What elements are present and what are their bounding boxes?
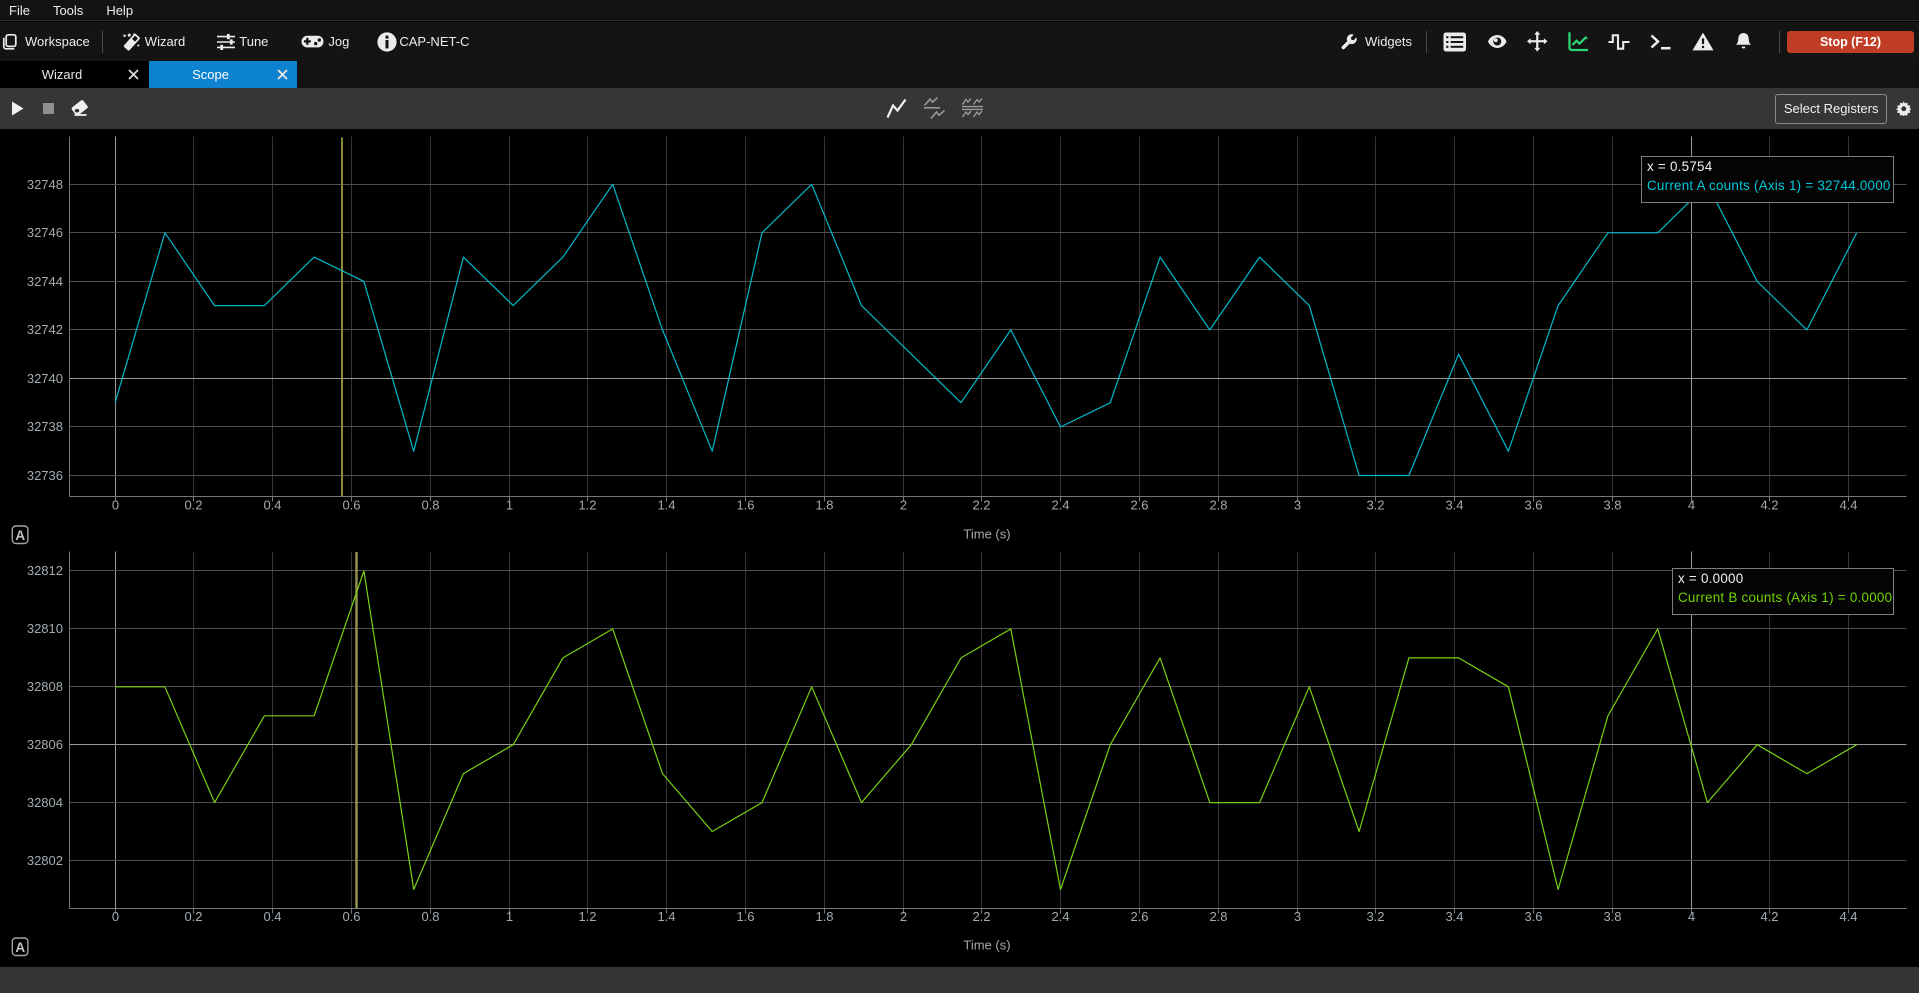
svg-text:3.8: 3.8 (1603, 909, 1621, 924)
svg-text:x = 0.0000: x = 0.0000 (1678, 571, 1743, 586)
svg-text:2.6: 2.6 (1130, 909, 1148, 924)
svg-text:32810: 32810 (27, 621, 63, 636)
svg-text:4: 4 (1688, 498, 1695, 513)
svg-text:2: 2 (900, 909, 907, 924)
svg-text:2.8: 2.8 (1209, 909, 1227, 924)
svg-text:32740: 32740 (27, 371, 63, 386)
svg-text:2.4: 2.4 (1051, 498, 1069, 513)
svg-text:1.4: 1.4 (657, 498, 675, 513)
svg-text:0.2: 0.2 (184, 498, 202, 513)
svg-text:Time (s): Time (s) (963, 527, 1010, 542)
svg-text:0.4: 0.4 (263, 909, 281, 924)
svg-text:32746: 32746 (27, 225, 63, 240)
svg-text:1.6: 1.6 (736, 498, 754, 513)
svg-text:3.2: 3.2 (1366, 909, 1384, 924)
svg-text:0: 0 (112, 498, 119, 513)
svg-text:Current A counts (Axis 1) = 32: Current A counts (Axis 1) = 32744.0000 (1647, 178, 1891, 193)
svg-text:0.4: 0.4 (263, 498, 281, 513)
svg-text:32806: 32806 (27, 737, 63, 752)
svg-text:3.8: 3.8 (1603, 498, 1621, 513)
svg-text:1.6: 1.6 (736, 909, 754, 924)
svg-text:2.6: 2.6 (1130, 498, 1148, 513)
svg-text:A: A (15, 940, 25, 955)
svg-text:3.4: 3.4 (1445, 498, 1463, 513)
svg-text:32744: 32744 (27, 274, 63, 289)
svg-text:2.2: 2.2 (972, 909, 990, 924)
svg-text:Current B counts (Axis 1) = 0.: Current B counts (Axis 1) = 0.0000 (1678, 590, 1892, 605)
svg-text:2.2: 2.2 (972, 498, 990, 513)
svg-text:3.6: 3.6 (1524, 498, 1542, 513)
svg-text:4.4: 4.4 (1839, 498, 1857, 513)
svg-text:32738: 32738 (27, 419, 63, 434)
svg-text:32802: 32802 (27, 853, 63, 868)
svg-text:1.2: 1.2 (578, 909, 596, 924)
svg-text:2.8: 2.8 (1209, 498, 1227, 513)
svg-text:0: 0 (112, 909, 119, 924)
svg-text:3: 3 (1294, 909, 1301, 924)
svg-text:4.4: 4.4 (1839, 909, 1857, 924)
svg-text:1.8: 1.8 (815, 909, 833, 924)
svg-text:4: 4 (1688, 909, 1695, 924)
svg-text:32736: 32736 (27, 468, 63, 483)
svg-text:1: 1 (506, 909, 513, 924)
svg-text:0.2: 0.2 (184, 909, 202, 924)
svg-text:0.6: 0.6 (342, 498, 360, 513)
svg-text:x = 0.5754: x = 0.5754 (1647, 159, 1713, 174)
svg-text:32748: 32748 (27, 177, 63, 192)
svg-text:3.6: 3.6 (1524, 909, 1542, 924)
svg-text:32808: 32808 (27, 679, 63, 694)
svg-text:3: 3 (1294, 498, 1301, 513)
svg-text:4.2: 4.2 (1760, 909, 1778, 924)
svg-text:1: 1 (506, 498, 513, 513)
svg-text:2: 2 (900, 498, 907, 513)
svg-text:3.4: 3.4 (1445, 909, 1463, 924)
svg-text:32804: 32804 (27, 795, 63, 810)
svg-text:32812: 32812 (27, 563, 63, 578)
svg-text:2.4: 2.4 (1051, 909, 1069, 924)
svg-text:3.2: 3.2 (1366, 498, 1384, 513)
svg-text:32742: 32742 (27, 322, 63, 337)
svg-text:A: A (15, 528, 25, 543)
svg-text:0.8: 0.8 (421, 498, 439, 513)
svg-text:0.8: 0.8 (421, 909, 439, 924)
svg-text:4.2: 4.2 (1760, 498, 1778, 513)
svg-text:1.4: 1.4 (657, 909, 675, 924)
svg-text:Time (s): Time (s) (963, 938, 1010, 953)
svg-text:1.2: 1.2 (578, 498, 596, 513)
svg-text:0.6: 0.6 (342, 909, 360, 924)
svg-text:1.8: 1.8 (815, 498, 833, 513)
